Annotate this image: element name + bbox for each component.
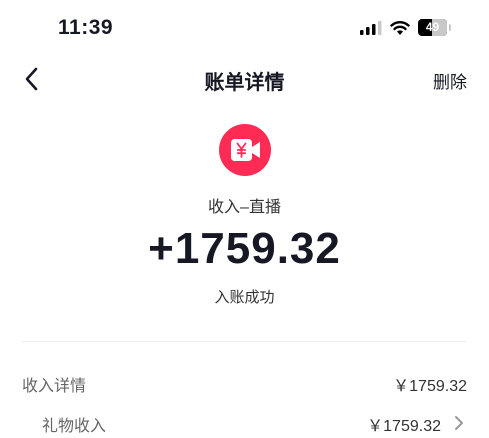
- wifi-icon: [390, 21, 410, 35]
- transaction-amount: +1759.32: [148, 224, 341, 273]
- gift-income-value: ￥1759.32: [367, 418, 441, 435]
- battery-icon: 49: [418, 19, 451, 36]
- battery-level-text: 49: [425, 20, 440, 34]
- gift-income-row[interactable]: 礼物收入 ￥1759.32: [22, 408, 467, 438]
- page-title: 账单详情: [204, 72, 285, 94]
- status-bar: 11:39 49: [0, 0, 489, 56]
- status-time: 11:39: [58, 16, 114, 39]
- transaction-category: 收入–直播: [208, 199, 281, 216]
- divider: [22, 341, 467, 342]
- gift-income-label: 礼物收入: [42, 418, 107, 435]
- income-detail-value: ￥1759.32: [393, 378, 467, 395]
- cellular-signal-icon: [360, 20, 382, 35]
- delete-button[interactable]: 删除: [433, 68, 467, 93]
- nav-bar: 账单详情 删除: [0, 56, 489, 102]
- status-icons: 49: [360, 19, 451, 36]
- transaction-icon: [219, 124, 271, 176]
- income-detail-label: 收入详情: [22, 378, 87, 395]
- income-detail-row: 收入详情 ￥1759.32: [22, 368, 467, 398]
- chevron-right-icon: [455, 416, 463, 430]
- video-yuan-icon: [231, 139, 260, 161]
- transaction-status: 入账成功: [214, 289, 275, 306]
